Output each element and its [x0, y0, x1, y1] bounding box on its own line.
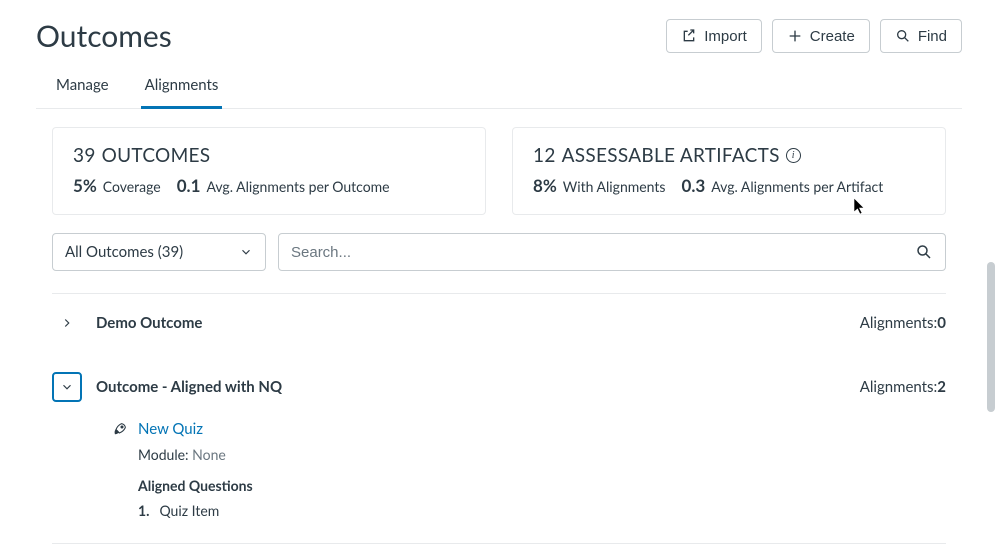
coverage-value: 5% — [73, 175, 97, 196]
list-item: Outcome - Aligned with NQ Alignments:2 — [52, 352, 946, 416]
avg-alignments-outcome-value: 0.1 — [177, 175, 201, 196]
header-actions: Import Create Find — [666, 19, 962, 53]
find-button[interactable]: Find — [880, 19, 962, 53]
alignments-count: Alignments:2 — [860, 378, 946, 396]
alignments-count: Alignments:0 — [860, 314, 946, 332]
search-icon — [895, 28, 911, 44]
scrollbar-thumb[interactable] — [987, 262, 995, 412]
avg-alignments-artifact-value: 0.3 — [681, 175, 705, 196]
search-icon — [915, 243, 933, 261]
outcomes-filter-select[interactable]: All Outcomes (39) — [52, 233, 266, 271]
avg-alignments-artifact-label: Avg. Alignments per Artifact — [711, 178, 883, 195]
scrollbar[interactable] — [987, 262, 995, 492]
create-label: Create — [810, 29, 855, 44]
chevron-right-icon — [60, 316, 74, 330]
list-item: Demo Outcome Alignments:0 — [52, 293, 946, 352]
import-label: Import — [704, 29, 747, 44]
outcome-title[interactable]: Outcome - Aligned with NQ — [96, 378, 846, 396]
expand-toggle[interactable] — [52, 308, 82, 338]
chevron-down-icon — [60, 380, 74, 394]
quiz-link[interactable]: New Quiz — [138, 420, 203, 438]
aligned-questions-title: Aligned Questions — [112, 477, 946, 494]
module-row: Module: None — [112, 446, 946, 463]
expand-toggle[interactable] — [52, 372, 82, 402]
plus-icon — [787, 28, 803, 44]
outcomes-filter-value: All Outcomes (39) — [65, 243, 183, 261]
import-button[interactable]: Import — [666, 19, 762, 53]
outcome-title[interactable]: Demo Outcome — [96, 314, 846, 332]
question-item: 1. Quiz Item — [112, 502, 946, 519]
tab-alignments[interactable]: Alignments — [141, 66, 223, 109]
chevron-down-icon — [239, 245, 253, 259]
artifacts-card: 12 ASSESSABLE ARTIFACTS i 8% With Alignm… — [512, 127, 946, 215]
coverage-label: Coverage — [103, 178, 161, 195]
search-field[interactable] — [278, 233, 946, 271]
artifacts-label: ASSESSABLE ARTIFACTS — [562, 144, 780, 167]
avg-alignments-outcome-label: Avg. Alignments per Outcome — [206, 178, 389, 195]
find-label: Find — [918, 29, 947, 44]
tabs: Manage Alignments — [36, 66, 962, 109]
info-icon[interactable]: i — [786, 148, 801, 163]
outcomes-list: Demo Outcome Alignments:0 Outcome - Alig… — [52, 293, 946, 544]
outcome-details: New Quiz Module: None Aligned Questions … — [52, 416, 946, 537]
outcomes-card: 39 OUTCOMES 5% Coverage 0.1 Avg. Alignme… — [52, 127, 486, 215]
search-input[interactable] — [291, 235, 915, 270]
outcomes-count: 39 — [73, 144, 96, 167]
tab-manage[interactable]: Manage — [52, 66, 113, 109]
import-icon — [681, 28, 697, 44]
with-alignments-value: 8% — [533, 175, 557, 196]
outcomes-label: OUTCOMES — [102, 144, 211, 167]
page-title: Outcomes — [36, 18, 172, 54]
create-button[interactable]: Create — [772, 19, 870, 53]
rocket-icon — [112, 421, 128, 437]
artifacts-count: 12 — [533, 144, 556, 167]
with-alignments-label: With Alignments — [563, 178, 666, 195]
